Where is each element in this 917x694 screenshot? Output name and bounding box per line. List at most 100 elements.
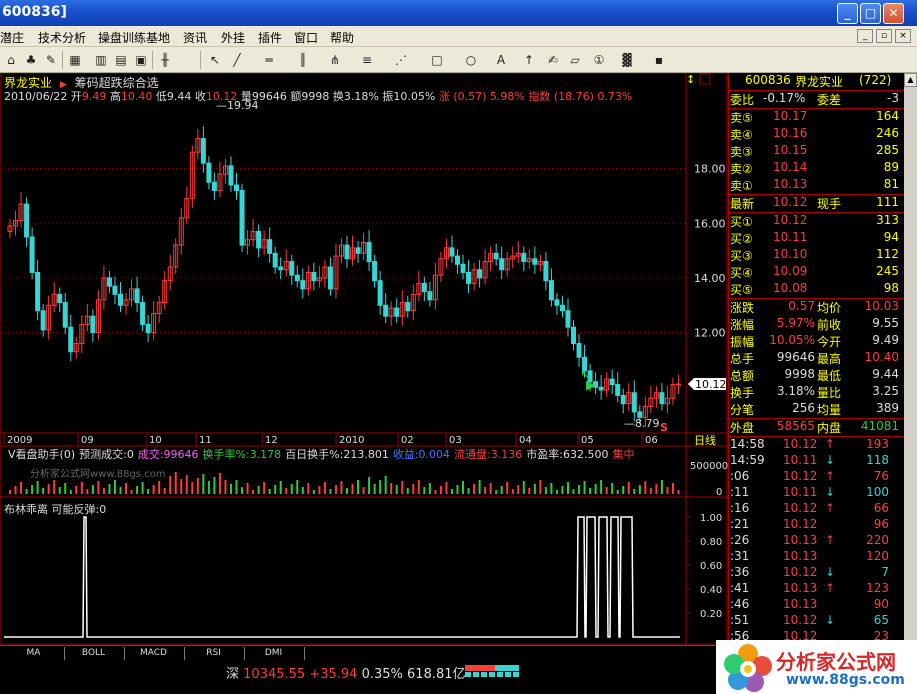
numbers-icon[interactable]: ① [590, 51, 608, 69]
menu-item-0[interactable]: 潜庄 [0, 29, 24, 46]
tick-time: :51 [730, 613, 750, 627]
last-price-label: 10.12 [695, 378, 727, 391]
status-bar: 深 10345.55 +35.94 0.35% 618.81亿 [0, 661, 728, 694]
tick-row: :51 10.12 ↓ 65 [729, 613, 905, 630]
candle [460, 263, 466, 273]
now-label: 现手 [817, 197, 842, 211]
close-button[interactable]: ✕ [883, 3, 904, 24]
scroll-up-icon[interactable]: ▲ [904, 73, 917, 87]
cursor-icon[interactable]: ↖ [206, 51, 224, 69]
fan-icon[interactable]: ⋔ [326, 51, 344, 69]
stat-value: 0.57 [788, 299, 815, 313]
menu-item-5[interactable]: 插件 [258, 29, 282, 46]
tick-time: :21 [730, 517, 750, 531]
home-icon[interactable]: ⌂ [2, 51, 20, 69]
candle [548, 280, 554, 301]
tick-price: 10.12 [783, 517, 818, 531]
line-icon[interactable]: ╱ [228, 51, 246, 69]
menu-item-1[interactable]: 技术分析 [38, 29, 86, 46]
stat-label: 总手 [730, 352, 755, 366]
candle [383, 304, 389, 317]
hline-icon[interactable]: ═ [260, 51, 278, 69]
arrow-up-icon[interactable]: ↑ [520, 51, 538, 69]
bid-label: 买⑤ [730, 283, 753, 297]
menu-item-2[interactable]: 操盘训练基地 [98, 29, 170, 46]
menu-item-6[interactable]: 窗口 [294, 29, 318, 46]
candle [372, 261, 378, 282]
tick-price: 10.13 [783, 533, 818, 547]
candle [355, 247, 361, 254]
brush-icon[interactable]: ✍ [544, 51, 562, 69]
tick-time: :41 [730, 581, 750, 595]
circle-icon[interactable]: ○ [462, 51, 480, 69]
channel-icon[interactable]: ≡ [358, 51, 376, 69]
kline-icon[interactable]: ╫ [156, 51, 174, 69]
minimize-button[interactable]: _ [837, 3, 858, 24]
tick-direction-icon: ↑ [825, 501, 836, 515]
vertical-scrollbar[interactable]: ▲ [904, 73, 917, 661]
bid-row-2: 买② 10.11 94 [729, 230, 905, 247]
candle [239, 189, 245, 246]
order-ratio-row: 委比 -0.17% 委差 -3 [729, 91, 905, 108]
menu-item-7[interactable]: 帮助 [330, 29, 354, 46]
stat-label: 均价 [817, 301, 842, 315]
tick-direction-icon: ↑ [825, 533, 836, 547]
tick-volume: 96 [873, 517, 889, 531]
palette-icon[interactable]: ▓ [618, 51, 636, 69]
indicator-tab-boll[interactable]: BOLL [63, 647, 125, 660]
bid-volume: 98 [883, 281, 899, 295]
rays-icon[interactable]: ⋰ [392, 51, 410, 69]
tick-row: :41 10.13 ↑ 123 [729, 581, 905, 598]
outer-value: 58565 [776, 419, 815, 433]
stat-label: 最低 [817, 369, 842, 383]
text-icon[interactable]: A [492, 51, 510, 69]
bid-price: 10.08 [773, 281, 808, 295]
candle [200, 138, 206, 164]
ask-price: 10.14 [773, 160, 808, 174]
bid-row-5: 买⑤ 10.08 98 [729, 281, 905, 298]
price-tick-label: 12.00 [694, 327, 726, 340]
table-icon[interactable]: ▤ [112, 51, 130, 69]
x-tick-label: 10 [149, 435, 162, 446]
candle [377, 280, 383, 306]
kline-chart[interactable]: 界龙实业 ▶ 筹码超跌综合选 2010/06/22 开9.49 高10.40 低… [0, 73, 728, 645]
stat-label: 量比 [817, 386, 842, 400]
chart-icon[interactable]: ▣ [132, 51, 150, 69]
indicator-tab-rsi[interactable]: RSI [183, 647, 245, 660]
vlines-icon[interactable]: ║ [294, 51, 312, 69]
alarm-icon[interactable]: ♣ [22, 51, 40, 69]
candle [90, 315, 96, 334]
bid-price: 10.11 [773, 230, 808, 244]
eraser-icon[interactable]: ▱ [566, 51, 584, 69]
tick-time: :11 [730, 485, 750, 499]
mdi-minimize-button[interactable]: _ [857, 29, 873, 43]
last-label: 最新 [730, 197, 755, 211]
rect-icon[interactable]: □ [428, 51, 446, 69]
tick-time: :36 [730, 565, 750, 579]
indicator-tab-macd[interactable]: MACD [123, 647, 185, 660]
tick-price: 10.12 [783, 501, 818, 515]
window-title: 600836] [2, 4, 67, 20]
stat-value: 9.44 [872, 367, 899, 381]
maximize-button[interactable]: □ [860, 3, 881, 24]
candle [466, 271, 472, 284]
tick-row: :21 10.12 96 [729, 517, 905, 534]
menu-item-3[interactable]: 资讯 [183, 29, 207, 46]
pen-icon[interactable]: ✎ [42, 51, 60, 69]
tick-time: :46 [730, 597, 750, 611]
candle [565, 310, 571, 328]
x-tick-label: 2009 [7, 435, 32, 446]
indicator-tab-ma[interactable]: MA [3, 647, 65, 660]
mdi-close-button[interactable]: × [895, 29, 911, 43]
grid-icon[interactable]: ▦ [66, 51, 84, 69]
tick-time: :16 [730, 501, 750, 515]
quote-panel: 600836 界龙实业 (722) 委比 -0.17% 委差 -3 卖⑤ 10.17 164 卖④ 1… [728, 73, 905, 661]
indicator-tab-dmi[interactable]: DMI [243, 647, 305, 660]
candle [394, 307, 400, 317]
mdi-restore-button[interactable]: ▫ [876, 29, 892, 43]
candle [571, 326, 577, 345]
toolbar-separator-1 [152, 51, 153, 69]
save-icon[interactable]: ▪ [650, 51, 668, 69]
layout-icon[interactable]: ▥ [92, 51, 110, 69]
menu-item-4[interactable]: 外挂 [221, 29, 245, 46]
